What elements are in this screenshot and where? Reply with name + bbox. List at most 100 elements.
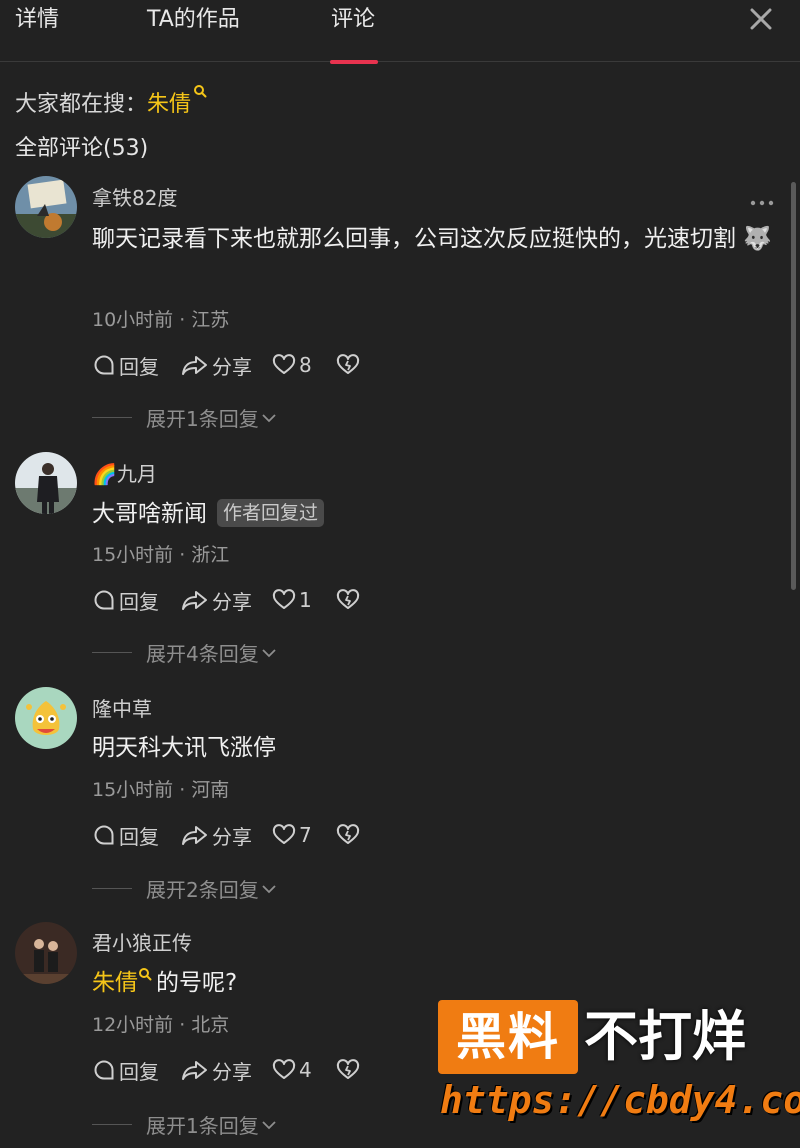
expand-replies[interactable]: 展开2条回复 — [92, 874, 277, 903]
chevron-down-icon — [262, 648, 276, 657]
comment-text: 明天科大讯飞涨停 — [92, 735, 276, 761]
reply-label: 回复 — [119, 824, 159, 849]
expand-label: 展开1条回复 — [146, 407, 259, 431]
expand-replies[interactable]: 展开4条回复 — [92, 638, 277, 667]
close-icon — [750, 8, 772, 30]
heart-icon — [272, 1059, 296, 1079]
tab-bar: 详情 TA的作品 评论 — [0, 0, 800, 64]
dislike-button[interactable] — [336, 1058, 363, 1082]
avatar[interactable] — [15, 922, 77, 984]
comment-username[interactable]: 君小狼正传 — [92, 927, 192, 956]
username-label: 九月 — [116, 462, 157, 486]
like-count: 4 — [299, 1058, 312, 1082]
share-icon — [182, 591, 207, 610]
reply-label: 回复 — [119, 589, 159, 614]
heart-icon — [272, 354, 296, 374]
dislike-button[interactable] — [336, 588, 363, 612]
comment-actions: 回复 分享 7 — [92, 820, 363, 850]
search-icon — [139, 968, 152, 981]
comment-actions: 回复 分享 8 — [92, 350, 363, 380]
watermark-logo-box: 黑料 — [438, 1000, 578, 1074]
comment-text: 大哥啥新闻 作者回复过 — [92, 494, 782, 534]
watermark-slogan: 不打烊 — [584, 1005, 746, 1068]
reply-icon — [94, 590, 114, 610]
share-label: 分享 — [212, 1059, 252, 1084]
like-count: 7 — [299, 823, 312, 847]
hot-search-keyword[interactable]: 朱倩 — [147, 92, 191, 117]
share-button[interactable]: 分享 — [181, 586, 252, 615]
author-replied-badge: 作者回复过 — [217, 499, 325, 527]
reply-icon — [94, 355, 114, 375]
share-label: 分享 — [212, 824, 252, 849]
like-count: 1 — [299, 588, 312, 612]
reply-button[interactable]: 回复 — [92, 351, 159, 380]
divider — [92, 652, 132, 653]
divider — [92, 888, 132, 889]
active-tab-indicator — [330, 60, 378, 64]
comment-text: 聊天记录看下来也就那么回事，公司这次反应挺快的，光速切割 🐺 — [92, 226, 772, 252]
more-icon — [750, 200, 774, 206]
share-button[interactable]: 分享 — [181, 821, 252, 850]
heart-icon — [272, 589, 296, 609]
dislike-icon — [336, 824, 359, 844]
expand-label: 展开2条回复 — [146, 878, 259, 902]
like-button[interactable]: 1 — [272, 588, 312, 612]
reply-button[interactable]: 回复 — [92, 586, 159, 615]
comment-actions: 回复 分享 4 — [92, 1055, 363, 1085]
like-count: 8 — [299, 353, 312, 377]
like-button[interactable]: 7 — [272, 823, 312, 847]
reply-label: 回复 — [119, 354, 159, 379]
dislike-icon — [336, 354, 359, 374]
watermark-url: https://cbdy4.com — [440, 1078, 800, 1122]
dislike-button[interactable] — [336, 823, 363, 847]
like-button[interactable]: 8 — [272, 353, 312, 377]
comment-meta: 10小时前 · 江苏 — [92, 309, 230, 331]
search-icon — [194, 85, 207, 98]
watermark: 黑料 不打烊 https://cbdy4.com — [438, 1000, 800, 1130]
expand-replies[interactable]: 展开1条回复 — [92, 1110, 277, 1139]
avatar[interactable] — [15, 176, 77, 238]
share-button[interactable]: 分享 — [181, 1056, 252, 1085]
dislike-icon — [336, 1059, 359, 1079]
share-label: 分享 — [212, 589, 252, 614]
close-button[interactable] — [748, 6, 774, 32]
comment-username[interactable]: 拿铁82度 — [92, 182, 177, 211]
dislike-button[interactable] — [336, 353, 363, 377]
share-icon — [182, 356, 207, 375]
comment-text: 朱倩 的号呢? — [92, 963, 782, 1003]
hot-search[interactable]: 大家都在搜：朱倩 — [15, 85, 207, 118]
wolf-emoji: 🐺 — [743, 226, 772, 252]
comment-count: 全部评论(53) — [15, 136, 149, 161]
like-button[interactable]: 4 — [272, 1058, 312, 1082]
tab-works[interactable]: TA的作品 — [147, 4, 240, 62]
reply-icon — [94, 825, 114, 845]
reply-button[interactable]: 回复 — [92, 821, 159, 850]
reply-button[interactable]: 回复 — [92, 1056, 159, 1085]
tab-details[interactable]: 详情 — [15, 4, 59, 62]
scrollbar[interactable] — [791, 182, 796, 590]
hot-search-label: 大家都在搜： — [15, 92, 148, 117]
reply-label: 回复 — [119, 1059, 159, 1084]
comment-username[interactable]: 隆中草 — [92, 693, 152, 722]
avatar[interactable] — [15, 452, 77, 514]
avatar[interactable] — [15, 687, 77, 749]
chevron-down-icon — [262, 884, 276, 893]
chevron-down-icon — [262, 1120, 276, 1129]
more-button[interactable] — [750, 193, 774, 213]
share-label: 分享 — [212, 354, 252, 379]
comment-meta: 15小时前 · 河南 — [92, 779, 230, 801]
comment-actions: 回复 分享 1 — [92, 585, 363, 615]
share-icon — [182, 1061, 207, 1080]
expand-label: 展开1条回复 — [146, 1114, 259, 1138]
heart-icon — [272, 824, 296, 844]
tab-comments[interactable]: 评论 — [331, 4, 375, 62]
divider — [92, 417, 132, 418]
comment-keyword-link[interactable]: 朱倩 — [92, 970, 138, 996]
expand-replies[interactable]: 展开1条回复 — [92, 403, 277, 432]
expand-label: 展开4条回复 — [146, 642, 259, 666]
comment-username[interactable]: 🌈九月 — [92, 458, 157, 487]
divider — [92, 1124, 132, 1125]
chevron-down-icon — [262, 413, 276, 422]
rainbow-emoji: 🌈 — [92, 462, 117, 486]
share-button[interactable]: 分享 — [181, 351, 252, 380]
